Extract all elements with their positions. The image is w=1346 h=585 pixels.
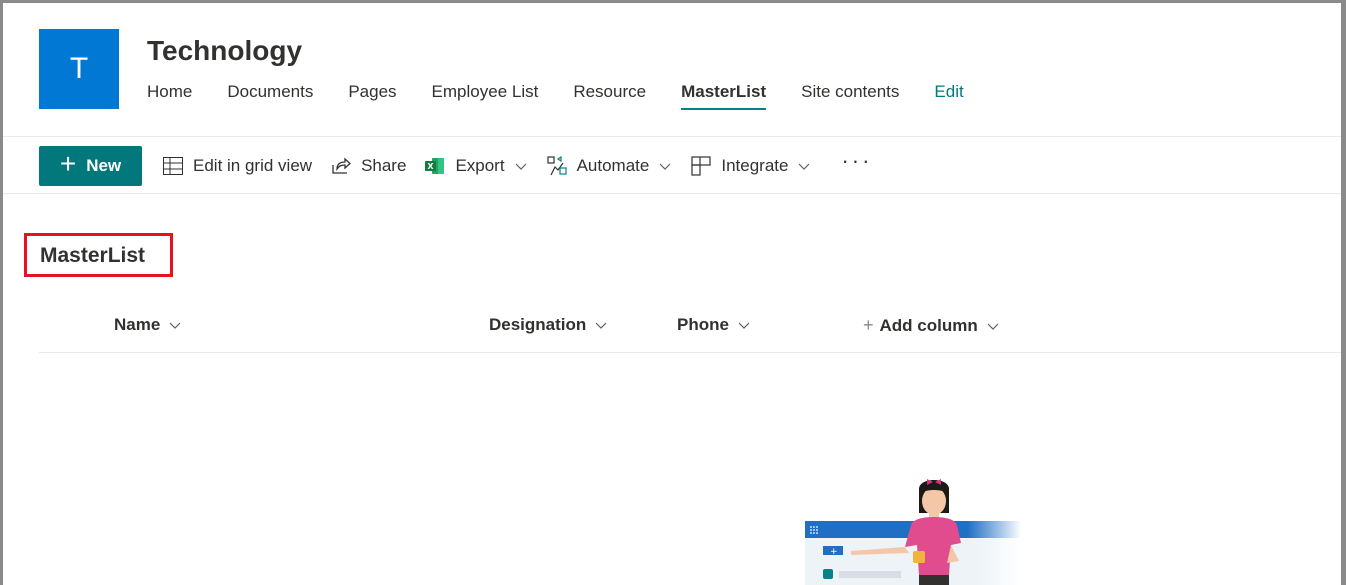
column-header-phone[interactable]: Phone xyxy=(677,315,751,335)
plus-icon: + xyxy=(59,148,77,179)
command-bar: + New Edit in grid view Share X Export A… xyxy=(3,138,1341,194)
site-logo[interactable]: T xyxy=(39,29,119,109)
site-logo-letter: T xyxy=(69,52,89,85)
svg-text:+: + xyxy=(830,547,838,557)
chevron-down-icon xyxy=(514,159,528,173)
automate-label: Automate xyxy=(576,155,650,175)
chevron-down-icon xyxy=(658,159,672,173)
list-title: MasterList xyxy=(40,244,146,267)
site-header: T Technology Home Documents Pages Employ… xyxy=(3,3,1341,137)
plus-icon: + xyxy=(863,315,874,335)
chevron-down-icon xyxy=(594,318,608,332)
chevron-down-icon xyxy=(986,319,1000,333)
nav-item-masterlist[interactable]: MasterList xyxy=(681,78,767,110)
empty-list-illustration: + xyxy=(805,479,1021,585)
column-header-label: Name xyxy=(114,315,161,334)
column-header-name[interactable]: Name xyxy=(114,315,182,335)
chevron-down-icon xyxy=(797,159,811,173)
nav-item-edit[interactable]: Edit xyxy=(934,78,963,110)
svg-text:X: X xyxy=(428,162,435,171)
chevron-down-icon xyxy=(168,318,182,332)
site-title[interactable]: Technology xyxy=(147,35,302,67)
excel-icon: X xyxy=(424,155,446,177)
nav-item-resource[interactable]: Resource xyxy=(573,78,646,110)
window-edge xyxy=(1341,0,1346,585)
grid-icon xyxy=(162,155,184,177)
integrate-icon xyxy=(690,155,712,177)
column-header-designation[interactable]: Designation xyxy=(489,315,608,335)
nav-item-home[interactable]: Home xyxy=(147,78,192,110)
nav-item-pages[interactable]: Pages xyxy=(348,78,396,110)
nav-item-employee-list[interactable]: Employee List xyxy=(432,78,539,110)
edit-grid-view-label: Edit in grid view xyxy=(193,155,313,175)
automate-button[interactable]: Automate xyxy=(546,146,673,186)
column-header-label: Phone xyxy=(677,315,729,334)
share-icon xyxy=(330,155,352,177)
integrate-label: Integrate xyxy=(721,155,789,175)
chevron-down-icon xyxy=(737,318,751,332)
site-nav: Home Documents Pages Employee List Resou… xyxy=(147,78,999,112)
add-column-label: Add column xyxy=(879,315,978,335)
sharepoint-window: T Technology Home Documents Pages Employ… xyxy=(3,3,1341,585)
edit-grid-view-button[interactable]: Edit in grid view xyxy=(162,146,312,186)
export-button[interactable]: X Export xyxy=(424,146,527,186)
share-button[interactable]: Share xyxy=(330,146,406,186)
nav-item-site-contents[interactable]: Site contents xyxy=(801,78,899,110)
nav-item-documents[interactable]: Documents xyxy=(227,78,313,110)
share-label: Share xyxy=(361,155,407,175)
automate-icon xyxy=(546,155,568,177)
new-button[interactable]: + New xyxy=(39,145,142,186)
new-button-label: New xyxy=(86,155,122,175)
integrate-button[interactable]: Integrate xyxy=(690,146,811,186)
column-header-label: Designation xyxy=(489,315,587,334)
more-options-icon[interactable]: ··· xyxy=(841,148,872,174)
header-divider xyxy=(39,352,1341,353)
add-column-button[interactable]: + Add column xyxy=(863,315,1000,336)
export-label: Export xyxy=(455,155,505,175)
